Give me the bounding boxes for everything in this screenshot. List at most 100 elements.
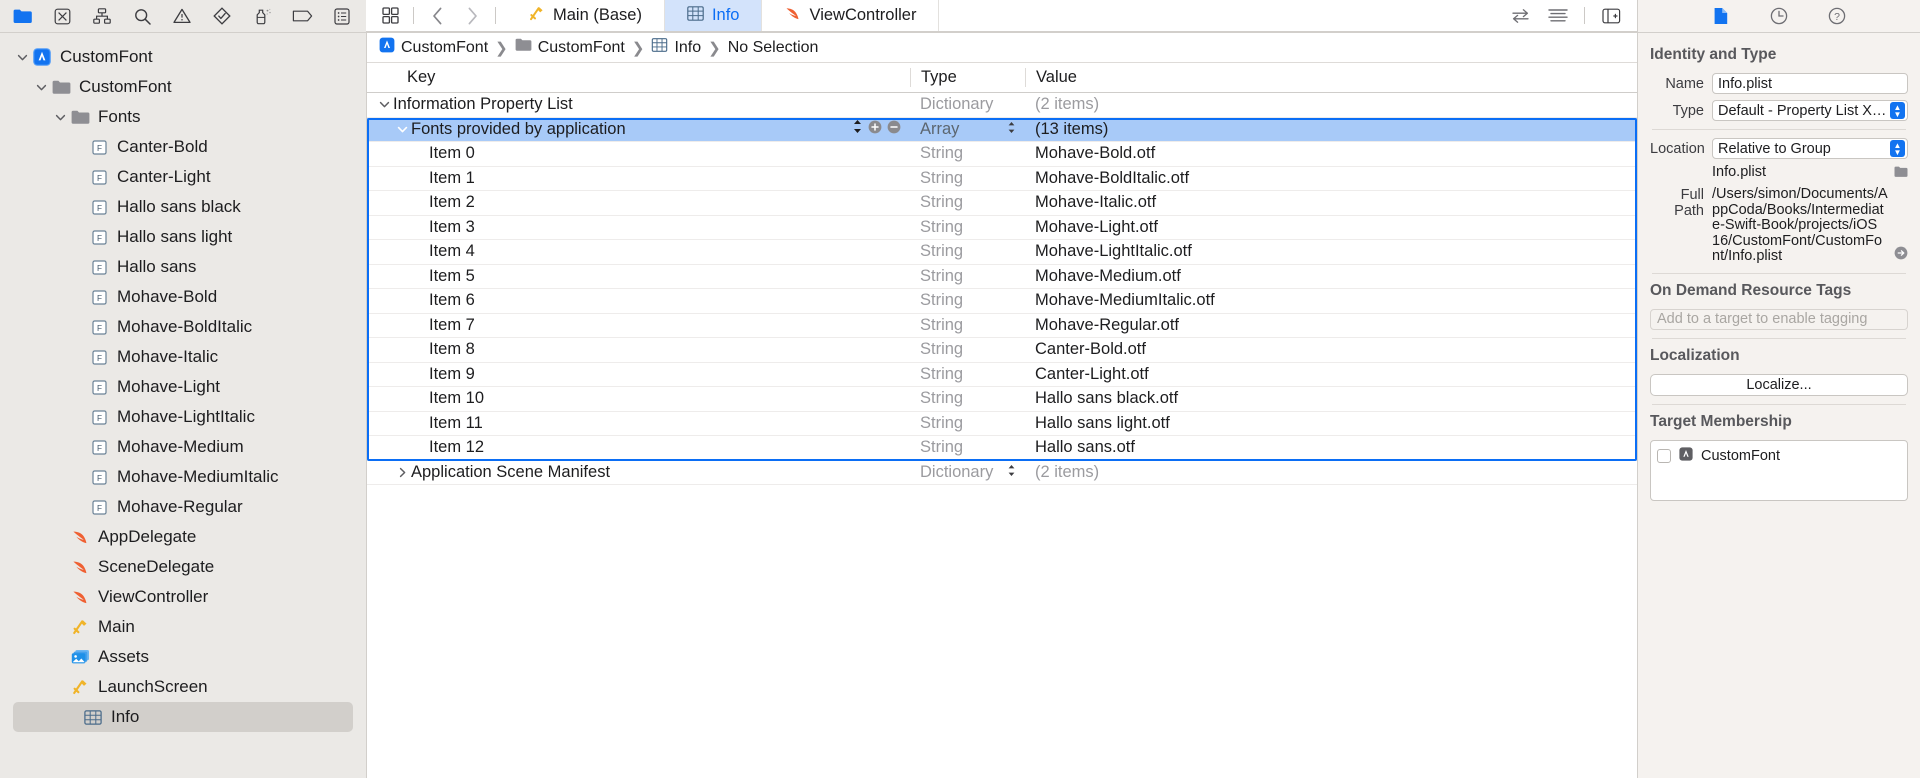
row-type-cell[interactable]: Array [910, 120, 1025, 139]
disclosure-triangle[interactable] [52, 112, 69, 123]
table-row[interactable]: Item 4StringMohave-LightItalic.otf [367, 240, 1637, 265]
type-stepper-icon[interactable] [1007, 120, 1025, 139]
row-type-cell[interactable]: String [910, 193, 1025, 212]
row-value-cell[interactable]: Mohave-Italic.otf [1025, 193, 1637, 212]
row-value-cell[interactable]: Hallo sans.otf [1025, 438, 1637, 457]
sidebar-item-info[interactable]: Info [13, 702, 353, 732]
disclosure-triangle[interactable] [33, 82, 50, 93]
disclosure-triangle[interactable] [393, 124, 411, 135]
row-value-cell[interactable]: Hallo sans black.otf [1025, 389, 1637, 408]
row-type-cell[interactable]: String [910, 242, 1025, 261]
type-stepper-icon[interactable] [1007, 463, 1025, 482]
location-popup[interactable]: Relative to Group ▲▼ [1712, 138, 1908, 159]
row-key-cell[interactable]: Fonts provided by application [367, 119, 910, 139]
sidebar-item-fonts[interactable]: Fonts [0, 102, 366, 132]
add-editor-icon[interactable] [1599, 5, 1623, 26]
column-header-value[interactable]: Value [1025, 68, 1637, 87]
lines-icon[interactable] [1546, 5, 1570, 26]
choose-folder-icon[interactable] [1894, 165, 1908, 183]
row-type-cell[interactable]: String [910, 389, 1025, 408]
debug-icon[interactable] [250, 6, 274, 27]
sidebar-item-main[interactable]: Main [0, 612, 366, 642]
localize-button[interactable]: Localize... [1650, 374, 1908, 396]
table-row[interactable]: Item 11StringHallo sans light.otf [367, 412, 1637, 437]
sidebar-item-canter-light[interactable]: FCanter-Light [0, 162, 366, 192]
disclosure-triangle[interactable] [375, 99, 393, 110]
search-icon[interactable] [130, 6, 154, 27]
remove-item-icon[interactable] [887, 120, 901, 139]
sidebar-item-mohave-medium[interactable]: FMohave-Medium [0, 432, 366, 462]
row-type-cell[interactable]: String [910, 438, 1025, 457]
row-type-cell[interactable]: String [910, 414, 1025, 433]
row-value-cell[interactable]: Mohave-Medium.otf [1025, 267, 1637, 286]
row-value-cell[interactable]: Canter-Bold.otf [1025, 340, 1637, 359]
table-row[interactable]: Item 10StringHallo sans black.otf [367, 387, 1637, 412]
odrt-field[interactable]: Add to a target to enable tagging [1650, 309, 1908, 330]
table-row[interactable]: Information Property ListDictionary(2 it… [367, 93, 1637, 118]
sidebar-item-launchscreen[interactable]: LaunchScreen [0, 672, 366, 702]
sidebar-item-hallo-sans[interactable]: FHallo sans [0, 252, 366, 282]
test-diamond-icon[interactable] [210, 6, 234, 27]
source-control-icon[interactable] [50, 6, 74, 27]
row-value-cell[interactable]: (2 items) [1025, 463, 1637, 482]
sidebar-item-customfont[interactable]: CustomFont [0, 42, 366, 72]
quick-help-icon[interactable]: ? [1825, 6, 1849, 27]
disclosure-triangle[interactable] [14, 52, 31, 63]
row-value-cell[interactable]: Mohave-Regular.otf [1025, 316, 1637, 335]
row-type-cell[interactable]: String [910, 144, 1025, 163]
breadcrumb-item-project[interactable]: CustomFont [379, 37, 488, 58]
table-row[interactable]: Fonts provided by applicationArray(13 it… [367, 118, 1637, 143]
row-value-cell[interactable]: Mohave-Bold.otf [1025, 144, 1637, 163]
sidebar-item-mohave-bolditalic[interactable]: FMohave-BoldItalic [0, 312, 366, 342]
project-navigator[interactable]: CustomFontCustomFontFontsFCanter-BoldFCa… [0, 33, 366, 778]
reveal-in-finder-icon[interactable] [1894, 246, 1908, 265]
row-key-cell[interactable]: Item 10 [367, 389, 910, 408]
row-value-cell[interactable]: (13 items) [1025, 120, 1637, 139]
breakpoint-icon[interactable] [290, 6, 314, 27]
sidebar-item-customfont[interactable]: CustomFont [0, 72, 366, 102]
row-key-cell[interactable]: Item 5 [367, 267, 910, 286]
warning-icon[interactable] [170, 6, 194, 27]
row-key-cell[interactable]: Item 0 [367, 144, 910, 163]
row-type-cell[interactable]: String [910, 340, 1025, 359]
swap-arrows-icon[interactable] [1508, 5, 1532, 26]
name-field[interactable]: Info.plist [1712, 73, 1908, 94]
tab-viewcontroller[interactable]: ViewController [762, 0, 939, 31]
chevron-updown-icon[interactable]: ▲▼ [1890, 140, 1905, 157]
row-type-cell[interactable]: String [910, 291, 1025, 310]
row-key-cell[interactable]: Item 1 [367, 169, 910, 188]
row-key-cell[interactable]: Item 12 [367, 438, 910, 457]
sidebar-item-mohave-italic[interactable]: FMohave-Italic [0, 342, 366, 372]
tab-info[interactable]: Info [665, 0, 763, 31]
row-key-cell[interactable]: Item 8 [367, 340, 910, 359]
row-value-cell[interactable]: Canter-Light.otf [1025, 365, 1637, 384]
table-row[interactable]: Item 0StringMohave-Bold.otf [367, 142, 1637, 167]
table-row[interactable]: Item 3StringMohave-Light.otf [367, 216, 1637, 241]
chevron-right-icon[interactable] [460, 5, 484, 26]
disclosure-triangle[interactable] [393, 467, 411, 478]
breadcrumb-item-file[interactable]: Info [651, 38, 701, 57]
add-item-icon[interactable] [868, 120, 882, 139]
row-type-cell[interactable]: Dictionary [910, 463, 1025, 482]
row-type-cell[interactable]: String [910, 365, 1025, 384]
target-membership-item[interactable]: CustomFont [1657, 447, 1901, 466]
row-key-cell[interactable]: Item 4 [367, 242, 910, 261]
row-key-cell[interactable]: Item 11 [367, 414, 910, 433]
sidebar-item-mohave-light[interactable]: FMohave-Light [0, 372, 366, 402]
chevron-left-icon[interactable] [425, 5, 449, 26]
row-key-cell[interactable]: Application Scene Manifest [367, 463, 910, 482]
row-key-cell[interactable]: Information Property List [367, 95, 910, 114]
table-row[interactable]: Item 12StringHallo sans.otf [367, 436, 1637, 461]
reorder-stepper-icon[interactable] [852, 119, 863, 139]
row-type-cell[interactable]: Dictionary [910, 95, 1025, 114]
row-value-cell[interactable]: Mohave-Light.otf [1025, 218, 1637, 237]
grid-layout-icon[interactable] [378, 5, 402, 26]
sidebar-item-mohave-regular[interactable]: FMohave-Regular [0, 492, 366, 522]
table-row[interactable]: Item 9StringCanter-Light.otf [367, 363, 1637, 388]
row-value-cell[interactable]: (2 items) [1025, 95, 1637, 114]
sidebar-item-hallo-sans-light[interactable]: FHallo sans light [0, 222, 366, 252]
sidebar-item-hallo-sans-black[interactable]: FHallo sans black [0, 192, 366, 222]
row-type-cell[interactable]: String [910, 218, 1025, 237]
breadcrumb-item-group[interactable]: CustomFont [515, 38, 625, 57]
target-membership-checkbox[interactable] [1657, 449, 1671, 463]
